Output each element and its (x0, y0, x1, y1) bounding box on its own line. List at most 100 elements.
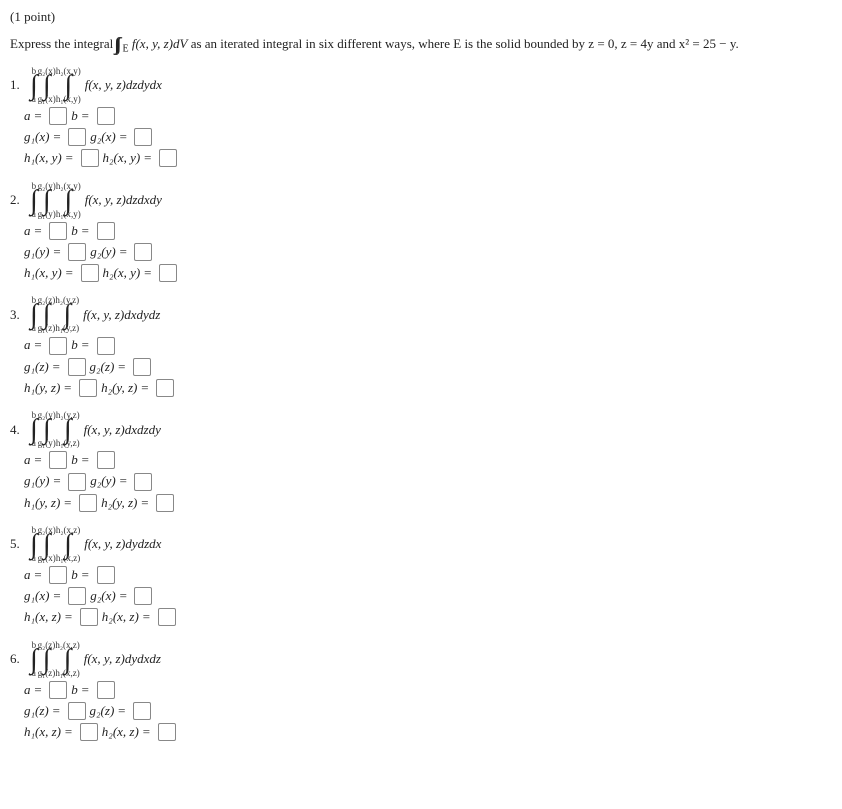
equals-sign: = (34, 107, 43, 125)
g1-g2-line: g₁(x)=g₂(x)= (24, 128, 832, 146)
outer-integral: b∫a (30, 296, 38, 333)
h1-input[interactable] (80, 723, 98, 741)
h1-label: h₁(y, z) (24, 379, 60, 397)
h1-label: h₁(y, z) (24, 494, 60, 512)
h1-input[interactable] (81, 264, 99, 282)
h1-h2-line: h₁(y, z)=h₂(y, z)= (24, 379, 832, 397)
inner-integral-lower: h₁(x,y) (56, 95, 81, 104)
inner-integral-lower: h₁(x,y) (56, 210, 81, 219)
equals-sign: = (34, 681, 43, 699)
h1-label: h₁(x, y) (24, 149, 62, 167)
outer-integral-lower: a (32, 210, 36, 219)
h1-input[interactable] (80, 608, 98, 626)
a-b-line: a=b= (24, 451, 832, 469)
g1-input[interactable] (68, 473, 86, 491)
h2-label: h₂(x, y) (103, 149, 141, 167)
b-label: b (71, 681, 78, 699)
a-input[interactable] (49, 566, 67, 584)
inner-integral: h₂(x,y)∫h₁(x,y) (56, 182, 81, 219)
g2-input[interactable] (133, 702, 151, 720)
g2-label: g₂(z) (90, 358, 115, 376)
inner-integral: h₂(x,y)∫h₁(x,y) (56, 67, 81, 104)
integral-expression: 2.b∫ag₂(y)∫g₁(y)h₂(x,y)∫h₁(x,y)f(x, y, z… (10, 182, 832, 219)
a-b-line: a=b= (24, 681, 832, 699)
equals-sign: = (119, 128, 128, 146)
a-label: a (24, 566, 31, 584)
equals-sign: = (117, 358, 126, 376)
equals-sign: = (52, 472, 61, 490)
g2-input[interactable] (133, 358, 151, 376)
h2-input[interactable] (159, 264, 177, 282)
h2-input[interactable] (158, 723, 176, 741)
h2-input[interactable] (156, 379, 174, 397)
g2-input[interactable] (134, 128, 152, 146)
b-input[interactable] (97, 222, 115, 240)
b-input[interactable] (97, 681, 115, 699)
b-input[interactable] (97, 337, 115, 355)
outer-integral: b∫a (30, 641, 38, 678)
equals-sign: = (64, 723, 73, 741)
b-input[interactable] (97, 566, 115, 584)
g1-input[interactable] (68, 702, 86, 720)
g1-g2-line: g₁(z)=g₂(z)= (24, 702, 832, 720)
a-b-line: a=b= (24, 107, 832, 125)
problem-4: 4.b∫ag₂(y)∫g₁(y)h₂(y,z)∫h₁(y,z)f(x, y, z… (10, 411, 832, 512)
equals-sign: = (140, 494, 149, 512)
a-b-line: a=b= (24, 566, 832, 584)
equals-sign: = (34, 336, 43, 354)
h1-h2-line: h₁(y, z)=h₂(y, z)= (24, 494, 832, 512)
a-input[interactable] (49, 451, 67, 469)
equals-sign: = (81, 107, 90, 125)
integral-expression: 3.b∫ag₂(z)∫g₁(z)h₂(y,z)∫h₁(y,z)f(x, y, z… (10, 296, 832, 333)
equals-sign: = (81, 566, 90, 584)
g1-label: g₁(x) (24, 128, 49, 146)
b-label: b (71, 107, 78, 125)
h2-input[interactable] (156, 494, 174, 512)
outer-integral-lower: a (32, 669, 36, 678)
h2-input[interactable] (158, 608, 176, 626)
b-label: b (71, 451, 78, 469)
equals-sign: = (140, 379, 149, 397)
triple-integral: b∫ag₂(x)∫g₁(x)h₂(x,y)∫h₁(x,y) (30, 67, 81, 104)
outer-integral-lower: a (32, 324, 36, 333)
inner-integral-lower: h₁(y,z) (56, 439, 80, 448)
h1-h2-line: h₁(x, y)=h₂(x, y)= (24, 264, 832, 282)
g2-input[interactable] (134, 587, 152, 605)
b-input[interactable] (97, 107, 115, 125)
equals-sign: = (34, 566, 43, 584)
integrand: f(x, y, z)dydzdx (84, 535, 161, 553)
g1-g2-line: g₁(y)=g₂(y)= (24, 472, 832, 490)
g1-input[interactable] (68, 128, 86, 146)
prompt-integrand: f(x, y, z)dV (132, 36, 188, 51)
g2-input[interactable] (134, 473, 152, 491)
h2-label: h₂(x, z) (102, 723, 139, 741)
middle-integral: g₂(z)∫g₁(z) (38, 296, 56, 333)
a-input[interactable] (49, 337, 67, 355)
integrand: f(x, y, z)dydxdz (84, 650, 161, 668)
g2-input[interactable] (134, 243, 152, 261)
integrand: f(x, y, z)dxdzdy (84, 421, 161, 439)
b-label: b (71, 566, 78, 584)
g1-input[interactable] (68, 358, 86, 376)
integral-expression: 1.b∫ag₂(x)∫g₁(x)h₂(x,y)∫h₁(x,y)f(x, y, z… (10, 67, 832, 104)
problem-number: 2. (10, 191, 30, 209)
h1-input[interactable] (79, 379, 97, 397)
g1-g2-line: g₁(x)=g₂(x)= (24, 587, 832, 605)
g2-label: g₂(z) (90, 702, 115, 720)
equals-sign: = (119, 243, 128, 261)
a-input[interactable] (49, 107, 67, 125)
g1-input[interactable] (68, 587, 86, 605)
h1-input[interactable] (79, 494, 97, 512)
middle-integral: g₂(z)∫g₁(z) (38, 641, 56, 678)
h1-input[interactable] (81, 149, 99, 167)
a-input[interactable] (49, 222, 67, 240)
equals-sign: = (34, 451, 43, 469)
b-input[interactable] (97, 451, 115, 469)
a-input[interactable] (49, 681, 67, 699)
equals-sign: = (119, 587, 128, 605)
g1-input[interactable] (68, 243, 86, 261)
h2-input[interactable] (159, 149, 177, 167)
g2-label: g₂(x) (90, 587, 115, 605)
a-label: a (24, 222, 31, 240)
outer-integral: b∫a (30, 526, 38, 563)
